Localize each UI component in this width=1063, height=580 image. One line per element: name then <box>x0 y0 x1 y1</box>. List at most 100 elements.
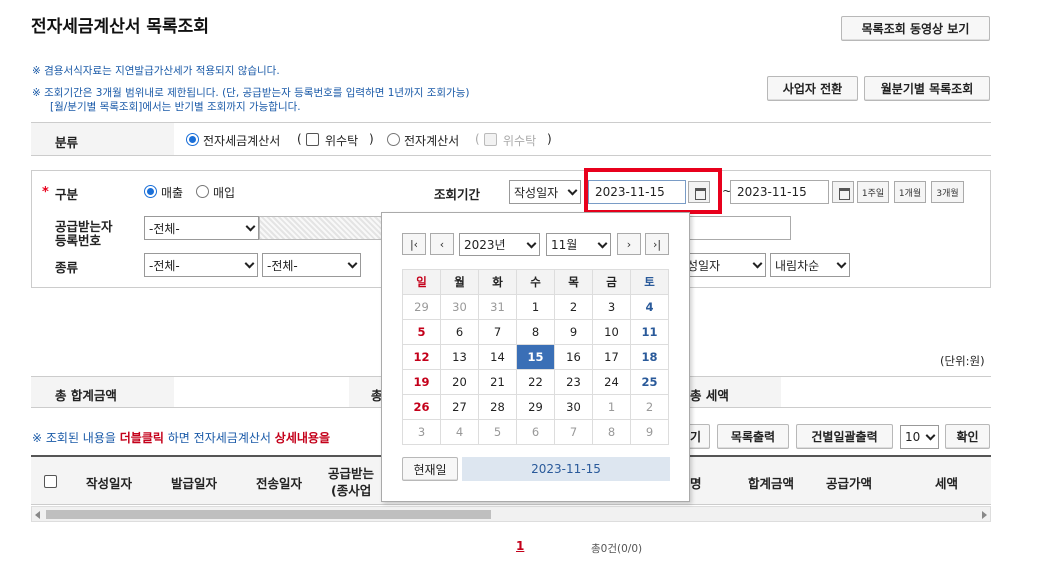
calendar-day[interactable]: 2 <box>631 395 669 420</box>
calendar-day[interactable]: 19 <box>403 370 441 395</box>
calendar-day[interactable]: 26 <box>403 395 441 420</box>
calendar-day[interactable]: 22 <box>517 370 555 395</box>
paren-close-2: ) <box>547 132 552 146</box>
receiver-select[interactable]: -전체- <box>144 216 259 240</box>
select-all-checkbox[interactable] <box>44 475 57 488</box>
paren-open-2: ( <box>475 132 480 146</box>
calendar-day[interactable]: 2 <box>555 295 593 320</box>
video-guide-button[interactable]: 목록조회 동영상 보기 <box>841 16 990 41</box>
calendar-day[interactable]: 1 <box>593 395 631 420</box>
header-issue-date: 발급일자 <box>171 476 218 491</box>
calendar-day[interactable]: 13 <box>441 345 479 370</box>
calendar-day[interactable]: 29 <box>517 395 555 420</box>
horizontal-scrollbar[interactable] <box>31 506 991 522</box>
header-total-amount: 합계금액 <box>748 476 795 491</box>
calendar-grid: 일 월 화 수 목 금 토 29 30 31 1 2 3 4 5 6 7 8 9… <box>402 269 669 445</box>
kind-select-2[interactable]: -전체- <box>262 253 361 277</box>
weekday-thu: 목 <box>555 270 593 295</box>
calendar-day[interactable]: 3 <box>403 420 441 445</box>
page-link-1[interactable]: 1 <box>516 539 524 553</box>
calendar-day-selected[interactable]: 15 <box>517 345 555 370</box>
calendar-day[interactable]: 4 <box>631 295 669 320</box>
batch-print-button[interactable]: 건별일괄출력 <box>796 424 893 449</box>
end-date-input[interactable]: 2023-11-15 <box>730 180 829 204</box>
calendar-day[interactable]: 30 <box>441 295 479 320</box>
receiver-name-input[interactable] <box>680 216 791 240</box>
calendar-day[interactable]: 14 <box>479 345 517 370</box>
confirm-button[interactable]: 확인 <box>945 424 990 449</box>
weekday-fri: 금 <box>593 270 631 295</box>
page-title: 전자세금계산서 목록조회 <box>31 17 209 37</box>
month-select[interactable]: 11월 <box>546 233 611 256</box>
consign-checkbox[interactable] <box>306 133 319 146</box>
calendar-day[interactable]: 6 <box>441 320 479 345</box>
calendar-day[interactable]: 5 <box>479 420 517 445</box>
scroll-right-arrow-icon[interactable] <box>982 511 987 519</box>
calendar-day[interactable]: 10 <box>593 320 631 345</box>
calendar-day[interactable]: 20 <box>441 370 479 395</box>
one-week-button[interactable]: 1주일 <box>857 181 889 203</box>
category-label-cell <box>31 123 174 155</box>
scroll-left-arrow-icon[interactable] <box>35 511 40 519</box>
header-name: 명 <box>690 476 702 491</box>
date-type-select[interactable]: 작성일자 <box>509 180 581 204</box>
print-list-button[interactable]: 목록출력 <box>717 424 789 449</box>
period-label: 조회기간 <box>434 187 481 202</box>
calendar-day[interactable]: 27 <box>441 395 479 420</box>
radio-purchase-label: 매입 <box>213 186 236 200</box>
calendar-day[interactable]: 8 <box>593 420 631 445</box>
calendar-day[interactable]: 9 <box>631 420 669 445</box>
calendar-day[interactable]: 18 <box>631 345 669 370</box>
calendar-day[interactable]: 7 <box>555 420 593 445</box>
next-year-button[interactable]: ›| <box>645 233 669 255</box>
radio-purchase[interactable] <box>196 185 209 198</box>
header-send-date: 전송일자 <box>256 476 303 491</box>
chevron-down-icon <box>597 238 608 249</box>
calendar-day[interactable]: 30 <box>555 395 593 420</box>
calendar-day[interactable]: 4 <box>441 420 479 445</box>
kind-select-1[interactable]: -전체- <box>144 253 258 277</box>
consign-label-disabled: 위수탁 <box>503 134 537 148</box>
calendar-day[interactable]: 1 <box>517 295 555 320</box>
calendar-day[interactable]: 8 <box>517 320 555 345</box>
page-size-select[interactable]: 10 <box>900 425 939 449</box>
calendar-day[interactable]: 12 <box>403 345 441 370</box>
calendar-day[interactable]: 23 <box>555 370 593 395</box>
prev-month-button[interactable]: ‹ <box>430 233 454 255</box>
scrollbar-thumb[interactable] <box>46 510 491 519</box>
calendar-day[interactable]: 3 <box>593 295 631 320</box>
one-month-button[interactable]: 1개월 <box>894 181 926 203</box>
calendar-day[interactable]: 5 <box>403 320 441 345</box>
calendar-day[interactable]: 9 <box>555 320 593 345</box>
calendar-day[interactable]: 7 <box>479 320 517 345</box>
calendar-day[interactable]: 21 <box>479 370 517 395</box>
monthly-list-button[interactable]: 월분기별 목록조회 <box>864 76 990 101</box>
header-tax: 세액 <box>935 476 959 491</box>
category-row: 분류 전자세금계산서 ( 위수탁 ) 전자계산서 ( 위수탁 ) <box>31 122 991 156</box>
radio-tax-invoice[interactable] <box>186 133 199 146</box>
sort-order-select[interactable]: 내림차순 <box>770 253 850 277</box>
calendar-day[interactable]: 16 <box>555 345 593 370</box>
calendar-day[interactable]: 24 <box>593 370 631 395</box>
kind-select-2-value: -전체- <box>267 258 298 273</box>
next-month-button[interactable]: › <box>617 233 641 255</box>
calendar-day[interactable]: 17 <box>593 345 631 370</box>
calendar-day[interactable]: 25 <box>631 370 669 395</box>
three-month-button[interactable]: 3개월 <box>931 181 964 203</box>
sort-order-value: 내림차순 <box>775 258 820 273</box>
header-write-date: 작성일자 <box>86 476 133 491</box>
radio-invoice[interactable] <box>387 133 400 146</box>
calendar-day[interactable]: 11 <box>631 320 669 345</box>
calendar-icon-end[interactable] <box>832 181 854 203</box>
prev-year-button[interactable]: |‹ <box>402 233 426 255</box>
today-button[interactable]: 현재일 <box>402 457 458 481</box>
calendar-day[interactable]: 29 <box>403 295 441 320</box>
radio-sales[interactable] <box>144 185 157 198</box>
switch-business-button[interactable]: 사업자 전환 <box>767 76 858 101</box>
hint-prefix: ※ 조회된 내용을 <box>32 431 116 445</box>
calendar-day[interactable]: 31 <box>479 295 517 320</box>
sort-field-select[interactable]: 성일자 <box>680 253 766 277</box>
calendar-day[interactable]: 28 <box>479 395 517 420</box>
calendar-day[interactable]: 6 <box>517 420 555 445</box>
year-select[interactable]: 2023년 <box>459 233 540 256</box>
